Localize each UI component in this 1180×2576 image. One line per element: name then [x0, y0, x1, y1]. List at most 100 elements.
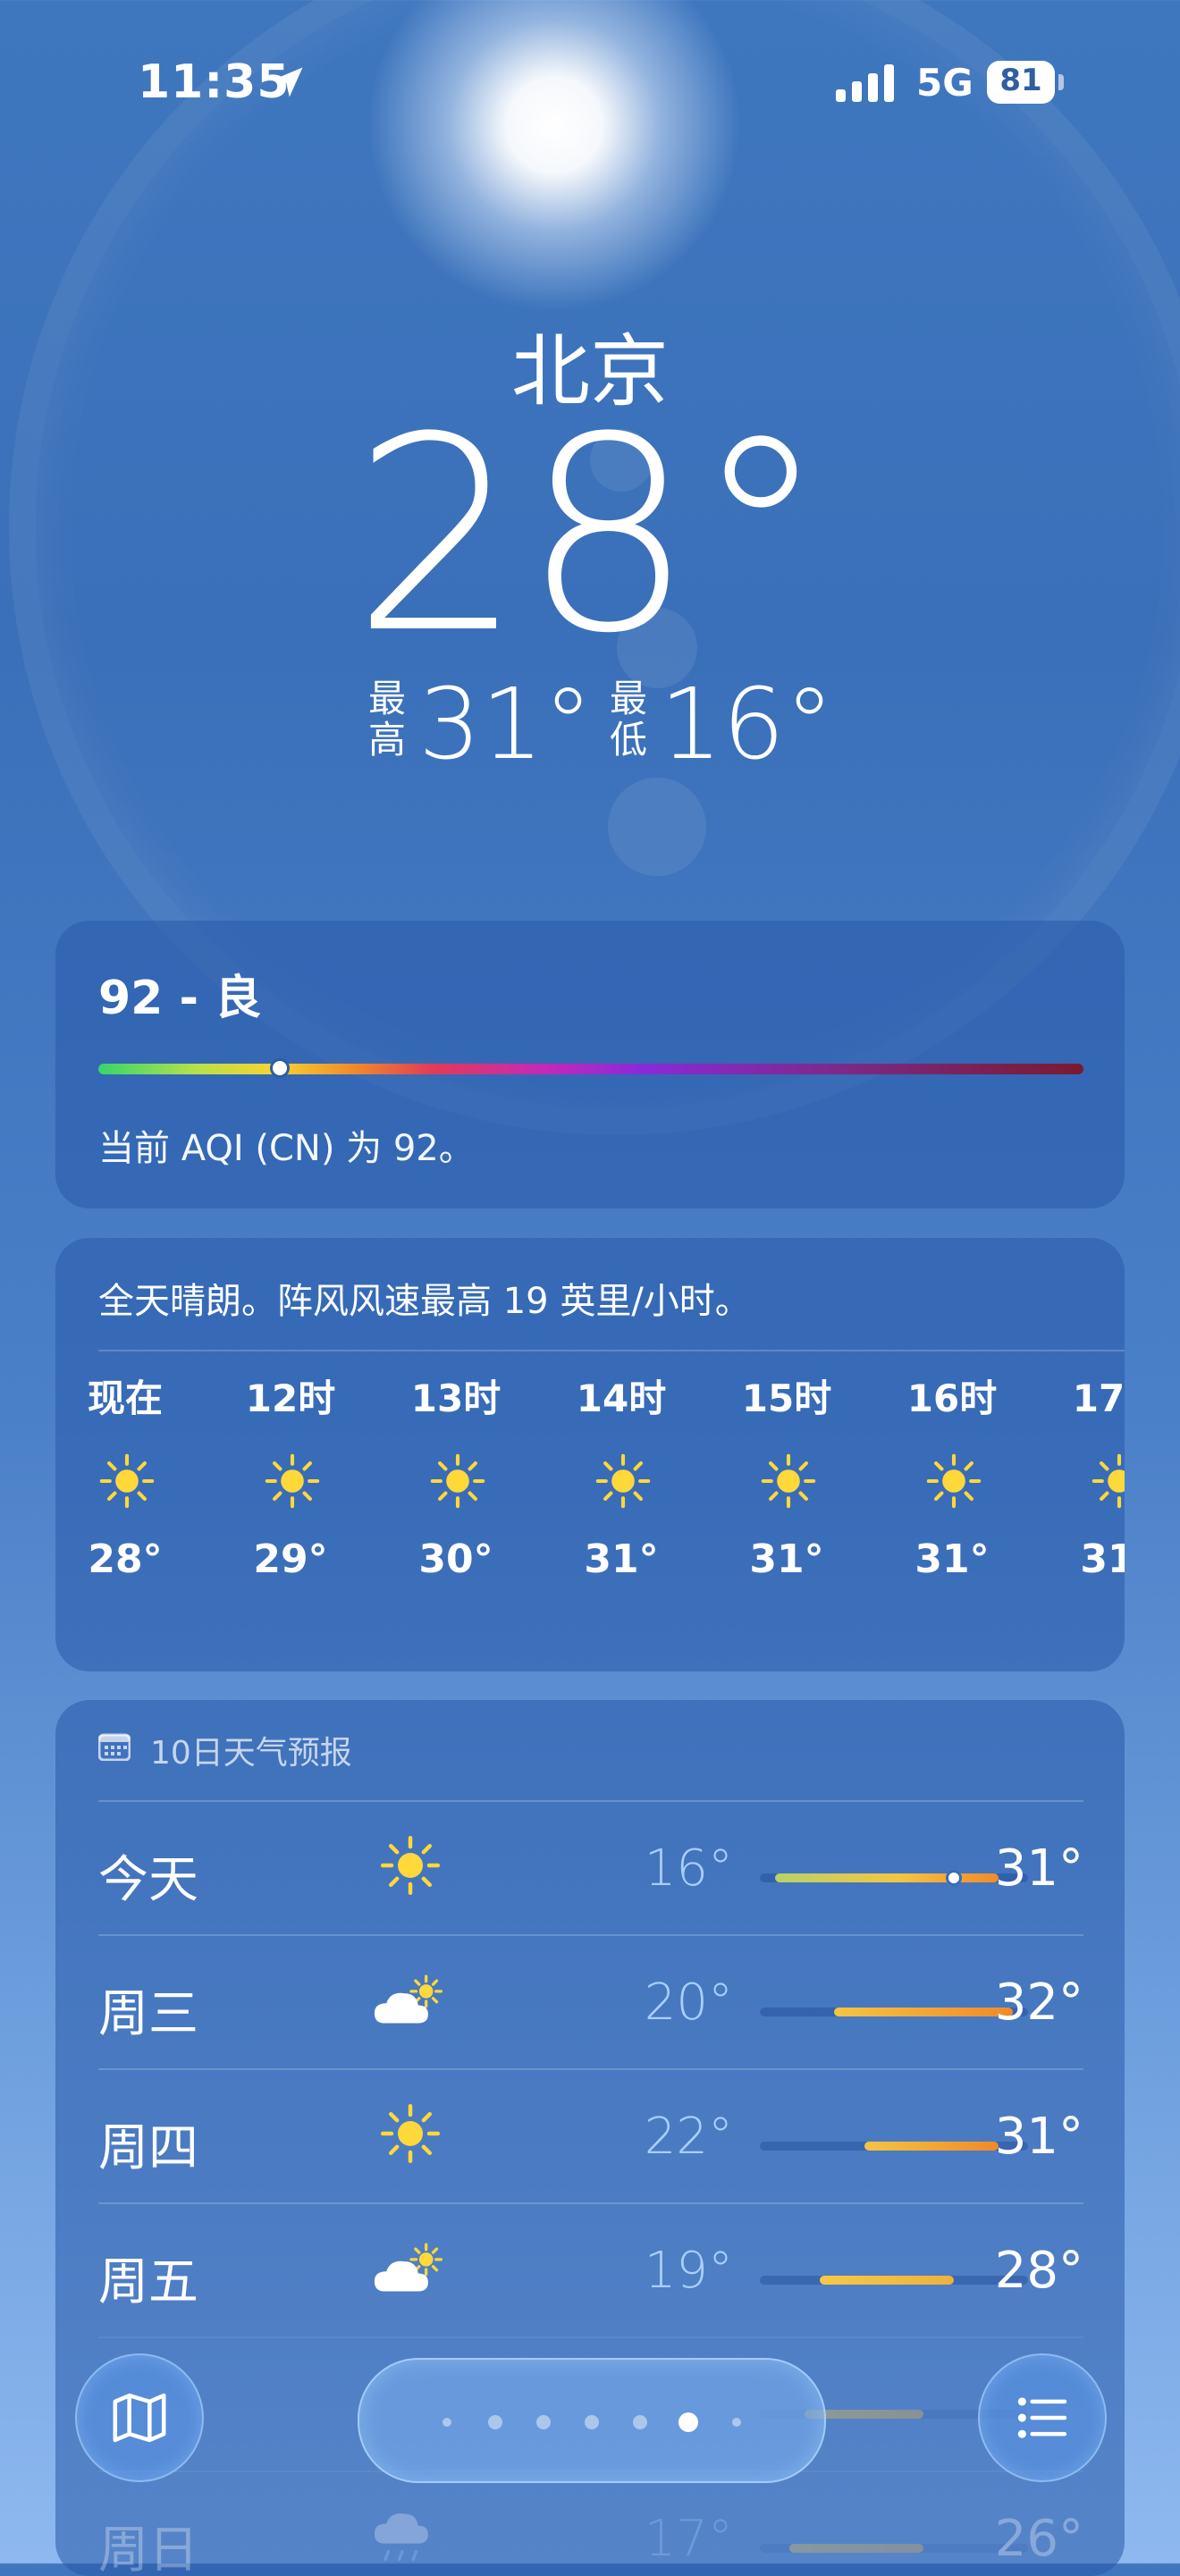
sun-icon	[58, 1426, 192, 1533]
network-type: 5G	[916, 61, 974, 105]
cloud-rain-icon	[367, 2497, 456, 2576]
divider	[98, 2068, 1083, 2070]
sun-icon	[720, 1426, 854, 1533]
hour-label: 12时	[245, 1376, 336, 1420]
page-dot[interactable]	[678, 2412, 698, 2432]
hour-label: 14时	[576, 1376, 667, 1420]
hour-label: 15时	[741, 1376, 832, 1420]
forecast-row[interactable]: 周五 19° 28°	[98, 2202, 1083, 2336]
forecast-low: 16°	[644, 1839, 733, 1898]
temperature-range-bar	[760, 1870, 1028, 1886]
forecast-row[interactable]: 周三 20° 32°	[98, 1934, 1083, 2068]
hourly-item: 现在 28°	[58, 1372, 192, 1587]
temperature-range-fill	[819, 2276, 954, 2285]
map-icon	[113, 2393, 166, 2443]
forecast-low: 17°	[644, 2510, 733, 2568]
forecast-high: 32°	[994, 1974, 1083, 2032]
current-temperature: 28°	[352, 380, 828, 692]
weather-summary: 全天晴朗。阵风风速最高 19 英里/小时。	[98, 1281, 751, 1322]
partly-cloudy-icon	[367, 2229, 456, 2310]
sun-icon	[367, 2095, 456, 2176]
forecast-day: 周四	[98, 2119, 198, 2177]
forecast-day: 周三	[98, 1985, 198, 2043]
hourly-item: 16时 31°	[885, 1372, 1019, 1587]
sun-icon	[367, 1827, 456, 1907]
hour-label: 16时	[906, 1376, 998, 1420]
divider	[98, 2336, 1083, 2338]
forecast-row[interactable]: 周四 22° 31°	[98, 2068, 1083, 2202]
hour-label: 17时	[1072, 1376, 1125, 1420]
sun-icon	[389, 1426, 523, 1533]
page-dot[interactable]	[488, 2415, 502, 2429]
location-arrow-icon	[273, 67, 303, 97]
hour-temp: 31°	[749, 1536, 824, 1582]
forecast-row[interactable]: 今天 16° 31°	[98, 1800, 1083, 1934]
hour-label: 现在	[87, 1376, 163, 1420]
page-dot[interactable]	[536, 2415, 551, 2429]
hour-label: 13时	[410, 1376, 502, 1420]
city-list-button[interactable]	[978, 2353, 1107, 2482]
forecast-high: 28°	[994, 2242, 1083, 2300]
hour-temp: 31°	[1080, 1536, 1125, 1582]
battery-level: 81	[999, 63, 1042, 98]
temperature-range-fill	[864, 2142, 999, 2151]
battery-icon: 81	[987, 61, 1064, 104]
hourly-item: 17时 31°	[1050, 1372, 1125, 1587]
cellular-signal-icon	[836, 64, 894, 102]
forecast-low: 19°	[644, 2242, 733, 2300]
forecast-low: 20°	[644, 1974, 733, 2032]
list-icon	[1017, 2397, 1067, 2438]
hourly-item: 15时 31°	[720, 1372, 854, 1587]
high-temp: 31°	[418, 667, 593, 781]
high-low: 最高 31° 最低 16°	[0, 675, 1180, 782]
sun-icon	[223, 1426, 358, 1533]
divider	[98, 1934, 1083, 1936]
page-dot[interactable]	[732, 2418, 741, 2427]
air-quality-card[interactable]: 92 - 良 当前 AQI (CN) 为 92。	[55, 921, 1125, 1208]
temperature-range-fill	[834, 2008, 1014, 2016]
page-dot[interactable]	[633, 2415, 647, 2429]
forecast-high: 26°	[994, 2510, 1083, 2568]
hour-temp: 30°	[418, 1536, 493, 1582]
temperature-range-fill	[774, 1873, 999, 1882]
temperature-range-bar	[760, 2008, 1028, 2016]
hour-temp: 31°	[914, 1536, 990, 1582]
page-dot[interactable]	[585, 2415, 599, 2429]
aqi-scale-bar	[98, 1064, 1083, 1074]
status-bar: 11:35 5G 81	[0, 55, 1180, 118]
hourly-item: 14时 31°	[554, 1372, 688, 1587]
divider	[98, 2202, 1083, 2204]
forecast-row[interactable]: 周日 17° 26°	[98, 2471, 1083, 2576]
hour-temp: 28°	[88, 1536, 163, 1582]
hourly-forecast-card[interactable]: 全天晴朗。阵风风速最高 19 英里/小时。 现在 28° 12时 29° 13时 30° 1…	[55, 1238, 1125, 1671]
aqi-description: 当前 AQI (CN) 为 92。	[98, 1128, 475, 1169]
forecast-header: 10日天气预报	[150, 1735, 352, 1772]
high-label: 最高	[368, 677, 407, 762]
forecast-day: 今天	[98, 1851, 198, 1909]
map-button[interactable]	[75, 2353, 204, 2482]
calendar-icon	[98, 1733, 131, 1761]
sun-icon	[554, 1426, 688, 1533]
temperature-range-bar	[760, 2544, 1028, 2553]
low-temp: 16°	[660, 667, 834, 781]
forecast-day: 周五	[98, 2253, 198, 2311]
current-temp-marker	[945, 1870, 962, 1886]
page-indicator[interactable]	[358, 2358, 826, 2483]
divider	[98, 1350, 1125, 1351]
temperature-range-fill	[789, 2544, 924, 2553]
low-label: 最低	[610, 677, 648, 762]
temperature-range-bar	[760, 2142, 1028, 2151]
forecast-high: 31°	[994, 1839, 1083, 1898]
status-time: 11:35	[138, 55, 291, 109]
aqi-title: 92 - 良	[98, 972, 262, 1025]
hour-temp: 29°	[253, 1536, 328, 1582]
sun-icon	[1050, 1426, 1125, 1533]
forecast-low: 22°	[644, 2108, 733, 2166]
hourly-item: 12时 29°	[223, 1372, 358, 1587]
forecast-high: 31°	[994, 2108, 1083, 2166]
forecast-day: 周日	[98, 2521, 198, 2576]
location-page-dot[interactable]	[442, 2418, 451, 2427]
hourly-scroll[interactable]: 现在 28° 12时 29° 13时 30° 14时 31° 15时 31° 16时 31° 17时 31…	[55, 1372, 1125, 1658]
lens-flare	[608, 778, 706, 876]
hourly-item: 13时 30°	[389, 1372, 523, 1587]
